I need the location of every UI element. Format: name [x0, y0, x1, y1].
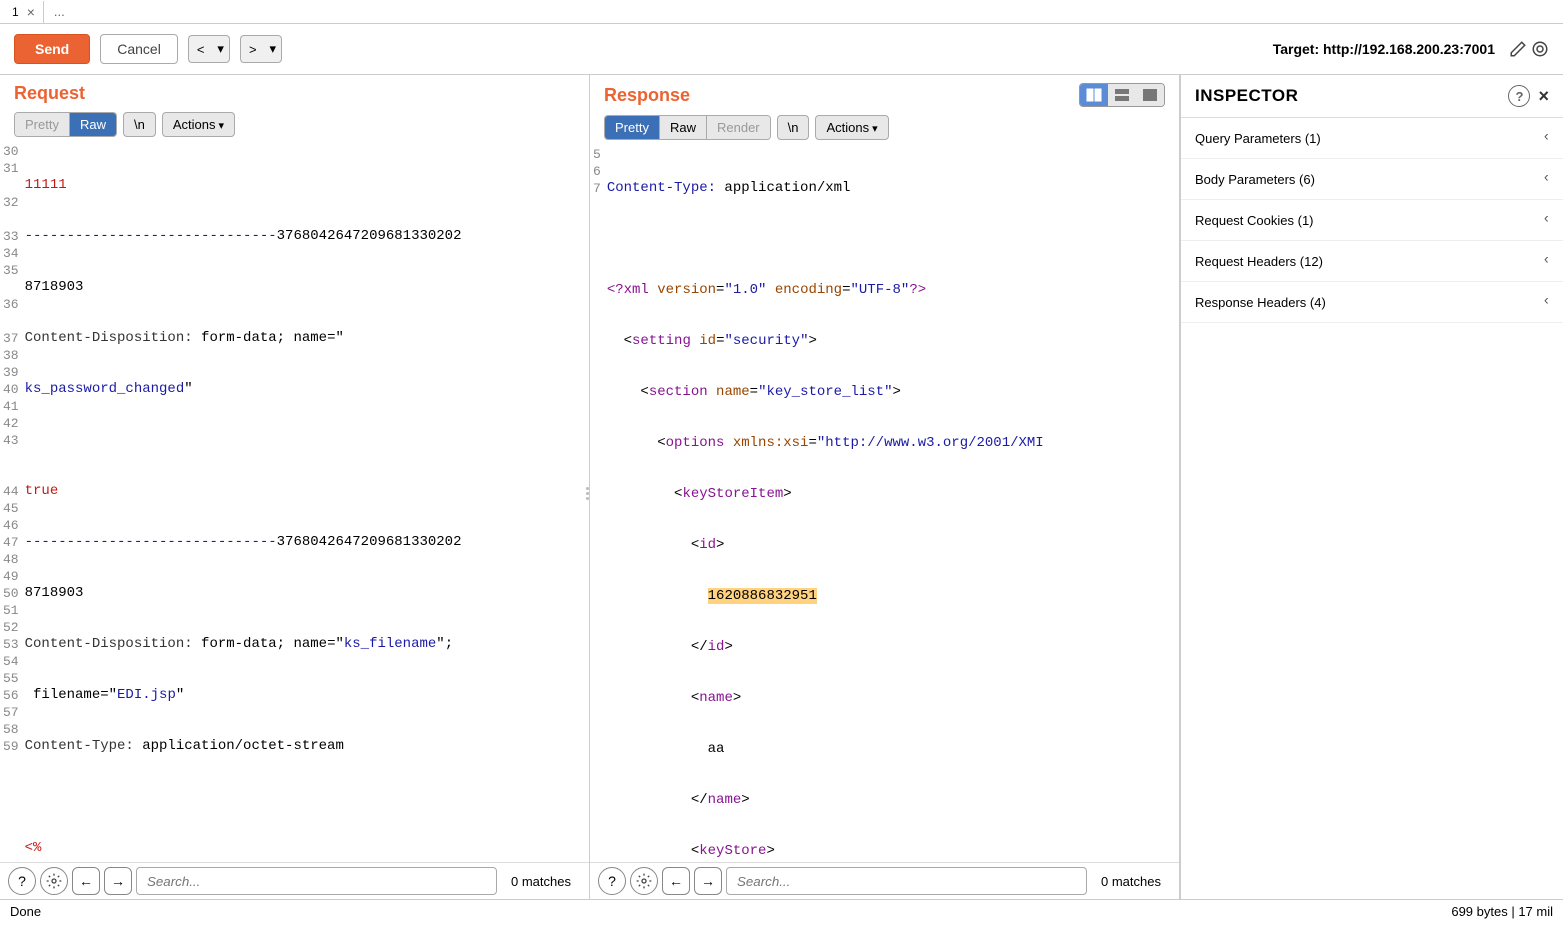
- main-area: Request Pretty Raw \n Actions 3031 3233 …: [0, 75, 1563, 899]
- pencil-icon[interactable]: [1509, 40, 1527, 58]
- layout-rows-icon[interactable]: [1108, 84, 1136, 106]
- request-title: Request: [14, 83, 575, 104]
- target-icon[interactable]: [1531, 40, 1549, 58]
- inspector-query-params[interactable]: Query Parameters (1)›: [1181, 118, 1563, 159]
- chevron-down-icon: ›: [1544, 294, 1549, 310]
- gear-icon[interactable]: [40, 867, 68, 895]
- help-icon[interactable]: ?: [1508, 85, 1530, 107]
- inspector-request-headers[interactable]: Request Headers (12)›: [1181, 241, 1563, 282]
- response-raw-tab[interactable]: Raw: [660, 116, 707, 139]
- arrow-left-icon[interactable]: ←: [72, 867, 100, 895]
- request-search-input[interactable]: [136, 867, 497, 895]
- tab-label: 1: [12, 5, 19, 19]
- response-footer: ? ← → 0 matches: [590, 862, 1179, 899]
- nav-back-button[interactable]: <: [188, 35, 213, 63]
- inspector-response-headers[interactable]: Response Headers (4)›: [1181, 282, 1563, 323]
- arrow-right-icon[interactable]: →: [104, 867, 132, 895]
- status-bytes: 699 bytes | 17 mil: [1451, 904, 1553, 919]
- inspector-title: INSPECTOR: [1195, 86, 1508, 106]
- nav-forward-dropdown[interactable]: ▾: [265, 35, 283, 63]
- request-actions-menu[interactable]: Actions: [162, 112, 235, 137]
- response-gutter: 567: [590, 146, 607, 862]
- chevron-down-icon: ›: [1544, 130, 1549, 146]
- request-raw-tab[interactable]: Raw: [70, 113, 116, 136]
- request-gutter: 3031 3233 3435 36 3738 3940 4142 43 44 4…: [0, 143, 25, 862]
- request-newline-toggle[interactable]: \n: [123, 112, 156, 137]
- chevron-down-icon: ›: [1544, 171, 1549, 187]
- chevron-down-icon: ›: [1544, 212, 1549, 228]
- response-render-tab[interactable]: Render: [707, 116, 770, 139]
- send-button[interactable]: Send: [14, 34, 90, 64]
- layout-columns-icon[interactable]: [1080, 84, 1108, 106]
- request-pretty-tab[interactable]: Pretty: [15, 113, 70, 136]
- nav-back-dropdown[interactable]: ▾: [212, 35, 230, 63]
- close-icon[interactable]: ×: [1538, 86, 1549, 107]
- response-search-input[interactable]: [726, 867, 1087, 895]
- status-bar: Done 699 bytes | 17 mil: [0, 899, 1563, 923]
- inspector-panel: INSPECTOR ? × Query Parameters (1)› Body…: [1180, 75, 1563, 899]
- nav-forward-button[interactable]: >: [240, 35, 265, 63]
- response-newline-toggle[interactable]: \n: [777, 115, 810, 140]
- chevron-down-icon: ›: [1544, 253, 1549, 269]
- response-panel: Response Pretty Raw Render \n Actions 56…: [590, 75, 1180, 899]
- response-matches: 0 matches: [1091, 874, 1171, 889]
- request-panel: Request Pretty Raw \n Actions 3031 3233 …: [0, 75, 590, 899]
- gear-icon[interactable]: [630, 867, 658, 895]
- response-lines: Content-Type: application/xml <?xml vers…: [607, 146, 1179, 862]
- help-icon[interactable]: ?: [8, 867, 36, 895]
- tab-1[interactable]: 1 ×: [4, 1, 44, 23]
- close-icon[interactable]: ×: [27, 4, 35, 20]
- response-code[interactable]: 567 Content-Type: application/xml <?xml …: [590, 146, 1179, 862]
- layout-single-icon[interactable]: [1136, 84, 1164, 106]
- request-lines: 11111 ------------------------------3768…: [25, 143, 589, 862]
- target-label: Target: http://192.168.200.23:7001: [1273, 41, 1495, 57]
- request-matches: 0 matches: [501, 874, 581, 889]
- cancel-button[interactable]: Cancel: [100, 34, 178, 64]
- tab-bar: 1 × ...: [0, 0, 1563, 24]
- help-icon[interactable]: ?: [598, 867, 626, 895]
- tab-overflow[interactable]: ...: [44, 4, 75, 19]
- toolbar: Send Cancel < ▾ > ▾ Target: http://192.1…: [0, 24, 1563, 75]
- response-pretty-tab[interactable]: Pretty: [605, 116, 660, 139]
- inspector-request-cookies[interactable]: Request Cookies (1)›: [1181, 200, 1563, 241]
- layout-toggle: [1079, 83, 1165, 107]
- response-actions-menu[interactable]: Actions: [815, 115, 888, 140]
- request-code[interactable]: 3031 3233 3435 36 3738 3940 4142 43 44 4…: [0, 143, 589, 862]
- request-footer: ? ← → 0 matches: [0, 862, 589, 899]
- inspector-body-params[interactable]: Body Parameters (6)›: [1181, 159, 1563, 200]
- nav-forward-group: > ▾: [240, 35, 282, 63]
- response-title: Response: [604, 85, 1079, 106]
- arrow-right-icon[interactable]: →: [694, 867, 722, 895]
- nav-back-group: < ▾: [188, 35, 230, 63]
- status-done: Done: [10, 904, 41, 919]
- arrow-left-icon[interactable]: ←: [662, 867, 690, 895]
